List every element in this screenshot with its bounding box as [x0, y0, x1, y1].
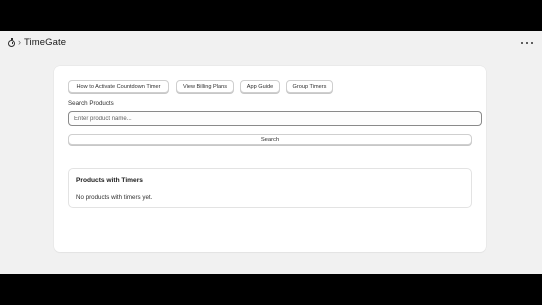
more-horizontal-icon — [526, 42, 528, 44]
more-horizontal-icon — [531, 42, 533, 44]
empty-state-text: No products with timers yet. — [76, 194, 153, 201]
search-button[interactable]: Search — [68, 134, 472, 145]
main-card: How to Activate Countdown Timer View Bil… — [54, 66, 486, 252]
activate-timer-button[interactable]: How to Activate Countdown Timer — [68, 80, 169, 93]
billing-plans-button[interactable]: View Billing Plans — [176, 80, 234, 93]
app-guide-button[interactable]: App Guide — [240, 80, 280, 93]
app-title: TimeGate — [24, 37, 67, 48]
products-with-timers-section: Products with Timers No products with ti… — [68, 168, 472, 208]
top-bar: › TimeGate — [0, 31, 542, 57]
products-section-title: Products with Timers — [76, 177, 143, 184]
group-timers-button[interactable]: Group Timers — [286, 80, 333, 93]
search-input[interactable] — [68, 111, 482, 126]
more-horizontal-icon — [521, 42, 523, 44]
stopwatch-icon — [8, 38, 15, 47]
more-actions-button[interactable] — [521, 39, 533, 47]
search-label: Search Products — [68, 100, 114, 107]
app-window: › TimeGate How to Activate Countdown Tim… — [0, 31, 542, 274]
breadcrumb-separator: › — [18, 37, 21, 47]
